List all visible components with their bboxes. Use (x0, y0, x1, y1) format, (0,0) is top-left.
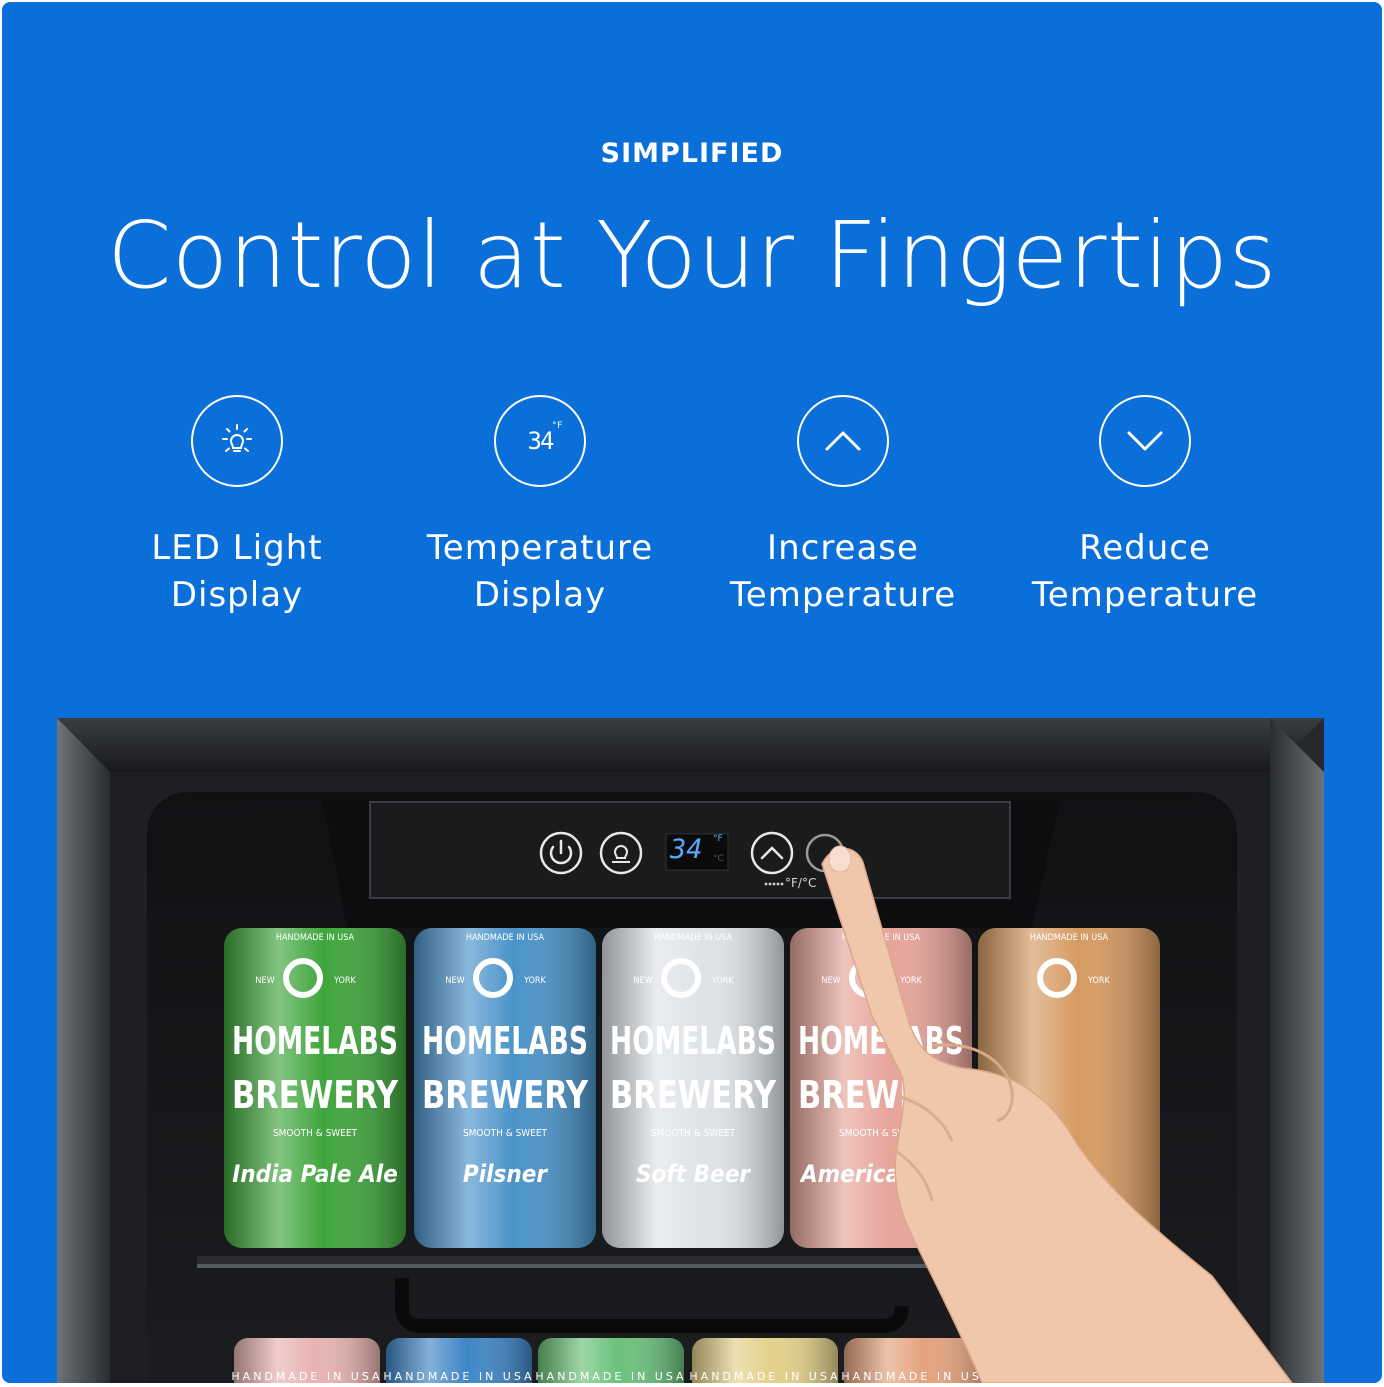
can-right-text: YORK (711, 976, 734, 986)
can-top-text: HANDMADE IN USA (535, 1370, 686, 1383)
can-top-text: HANDMADE IN USA (841, 1370, 992, 1383)
feature-reduce-temperature: Reduce Temperature (985, 395, 1305, 619)
can-brand: HOMELABS (232, 1019, 398, 1063)
chevron-down-icon (1099, 395, 1191, 487)
can-left-text: NEW (633, 976, 652, 986)
eyebrow-label: SIMPLIFIED (600, 138, 784, 169)
temperature-readout: 34 °F (527, 421, 563, 455)
can-top-text: HANDMADE IN USA (276, 933, 355, 943)
headline: Control at Your Fingertips (107, 202, 1277, 309)
panel-unit-toggle: °F/°C (785, 876, 817, 890)
beer-can: HANDMADE IN USA NEW YORK HOMELABS BREWERY SMO… (224, 928, 406, 1248)
beverage-fridge-photo: HANDMADE IN USA NEW YORK HOMELABS BREWERY SMO… (2, 716, 1382, 1383)
can-sub: BREWERY (232, 1073, 399, 1117)
can-tagline: SMOOTH & SWEET (273, 1128, 358, 1139)
light-bulb-icon (191, 395, 283, 487)
feature-label: Reduce Temperature (1031, 528, 1259, 615)
can-left-text: NEW (821, 976, 840, 986)
can-brand: HOMELABS (422, 1019, 588, 1063)
beer-can: HANDMADE IN USA (383, 1338, 534, 1383)
can-top-text: HANDMADE IN USA (654, 933, 733, 943)
product-banner: SIMPLIFIED Control at Your Fingertips LE… (2, 2, 1382, 1383)
can-right-text: YORK (333, 976, 356, 986)
can-right-text: YORK (523, 976, 546, 986)
panel-temperature: 34 (670, 834, 703, 865)
can-brand: HOMELABS (610, 1019, 776, 1063)
feature-label: Increase Temperature (729, 528, 957, 615)
can-top-text: HANDMADE IN USA (231, 1370, 382, 1383)
can-style: India Pale Ale (232, 1160, 398, 1188)
feature-temperature-display: 34 °F Temperature Display (380, 395, 700, 619)
feature-label: LED Light Display (151, 528, 323, 615)
can-right-text: YORK (1087, 976, 1110, 986)
can-left-text: NEW (445, 976, 464, 986)
feature-led-light: LED Light Display (77, 395, 397, 619)
can-sub: BREWERY (610, 1073, 777, 1117)
can-left-text: NEW (255, 976, 274, 986)
can-top-text: HANDMADE IN USA (383, 1370, 534, 1383)
beer-can: HANDMADE IN USA (231, 1338, 382, 1383)
can-top-text: HANDMADE IN USA (466, 933, 545, 943)
panel-unit-c: °C (713, 854, 724, 864)
can-sub: BREWERY (422, 1073, 589, 1117)
beer-can: HANDMADE IN USA NEW YORK HOMELABS BREWERY SMO… (602, 928, 784, 1248)
beer-can: HANDMADE IN USA (535, 1338, 686, 1383)
fridge-scene: HANDMADE IN USA NEW YORK HOMELABS BREWERY SMO… (57, 718, 1324, 1383)
can-top-text: HANDMADE IN USA (1030, 933, 1109, 943)
can-style: Pilsner (463, 1160, 548, 1188)
panel-unit-f: °F (713, 834, 723, 844)
temperature-readout-icon: 34 °F (494, 395, 586, 487)
can-tagline: SMOOTH & SWEET (651, 1128, 736, 1139)
can-style: Soft Beer (636, 1160, 751, 1188)
feature-increase-temperature: Increase Temperature (683, 395, 1003, 619)
beer-can: HANDMADE IN USA (689, 1338, 840, 1383)
can-tagline: SMOOTH & SWEET (463, 1128, 548, 1139)
beer-can: HANDMADE IN USA NEW YORK HOMELABS BREWERY SMO… (414, 928, 596, 1248)
chevron-up-icon (797, 395, 889, 487)
can-right-text: YORK (899, 976, 922, 986)
feature-label: Temperature Display (426, 528, 654, 615)
can-top-text: HANDMADE IN USA (689, 1370, 840, 1383)
